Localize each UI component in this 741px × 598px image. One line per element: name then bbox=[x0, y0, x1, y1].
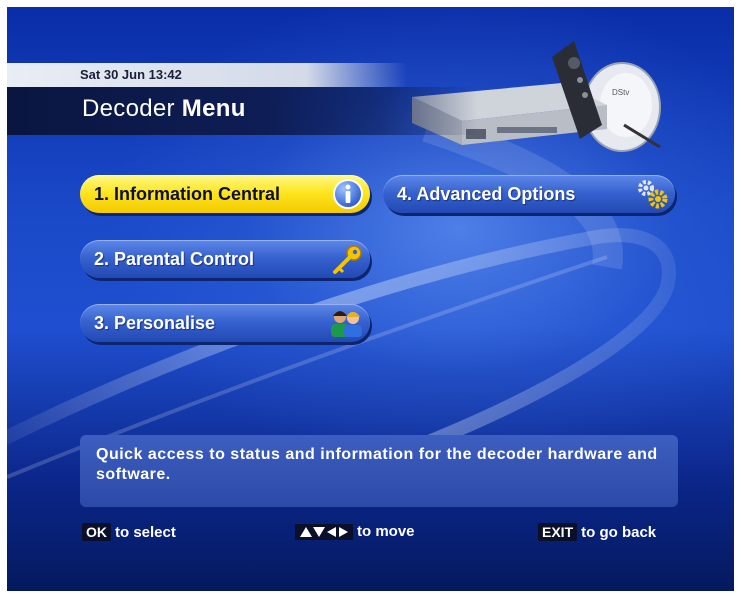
footer-select-hint: OK to select bbox=[82, 523, 176, 541]
menu-item-label: 1. Information Central bbox=[94, 184, 281, 204]
exit-label: to go back bbox=[581, 524, 657, 541]
gears-icon bbox=[638, 180, 668, 209]
menu-item-information-central[interactable]: 1. Information Central bbox=[80, 175, 370, 213]
svg-text:DStv: DStv bbox=[612, 88, 629, 97]
menu-item-parental-control[interactable]: 2. Parental Control bbox=[80, 240, 370, 278]
datetime-text: Sat 30 Jun 13:42 bbox=[80, 67, 182, 82]
date-bar bbox=[7, 63, 407, 87]
arrow-keys-icon bbox=[295, 524, 353, 541]
exit-key: EXIT bbox=[538, 523, 578, 541]
tv-screen: DStv Sat 30 Jun 13:42 Decoder Menu 1. In… bbox=[7, 7, 734, 591]
description-text: Quick access to status and information f… bbox=[96, 446, 658, 483]
menu-item-label: 4. Advanced Options bbox=[397, 184, 576, 204]
people-icon bbox=[331, 311, 362, 337]
info-icon bbox=[333, 179, 363, 209]
menu-item-label: 2. Parental Control bbox=[94, 249, 255, 269]
title-bold: Menu bbox=[181, 95, 246, 122]
ok-label: to select bbox=[115, 524, 176, 541]
ok-key: OK bbox=[82, 523, 111, 541]
menu-item-personalise[interactable]: 3. Personalise bbox=[80, 304, 370, 342]
menu-item-advanced-options[interactable]: 4. Advanced Options bbox=[383, 175, 675, 213]
move-label: to move bbox=[357, 523, 415, 540]
page-title: Decoder Menu bbox=[82, 95, 246, 123]
footer-exit-hint: EXIT to go back bbox=[538, 523, 656, 541]
title-regular: Decoder bbox=[82, 95, 182, 122]
description-panel: Quick access to status and information f… bbox=[80, 435, 678, 507]
key-icon bbox=[333, 245, 362, 274]
menu-item-label: 3. Personalise bbox=[94, 313, 216, 333]
footer-move-hint: to move bbox=[295, 523, 415, 541]
